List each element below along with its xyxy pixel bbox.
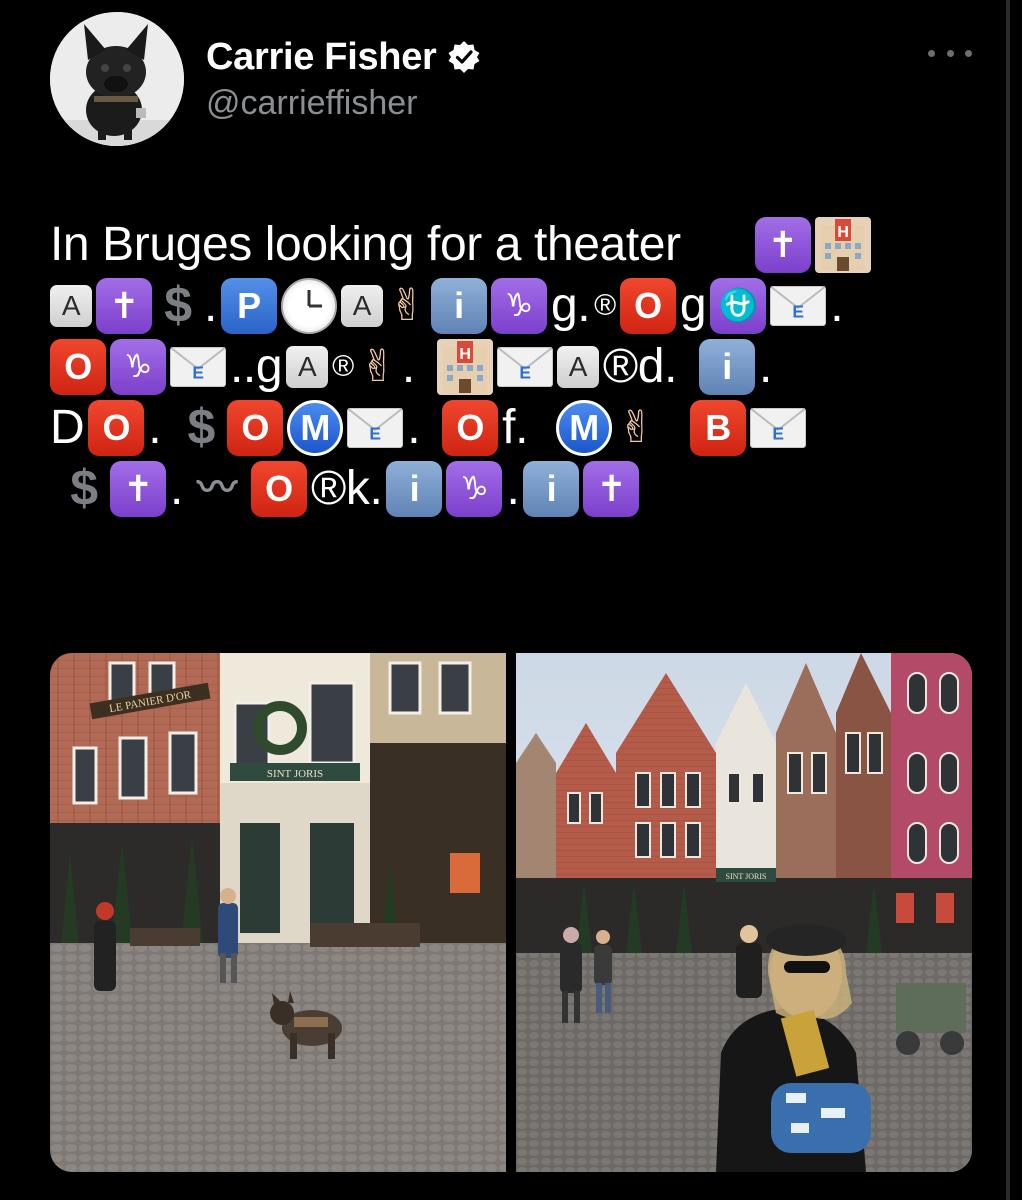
ophiuchus-emoji-icon: ⛎ — [710, 277, 767, 334]
svg-text:H: H — [459, 346, 470, 363]
letter-a-emoji-icon: A — [556, 345, 599, 388]
tweet-line-1: In Bruges looking for a theater ✝ H — [50, 214, 990, 275]
more-options-icon — [928, 49, 935, 57]
dollar-emoji-icon: $ — [70, 460, 98, 516]
tweet-text-segment: . — [506, 462, 520, 515]
tweet-line-5: $ ✝ . 〰 O ®k. i ♑ . i ✝ — [50, 458, 990, 519]
information-emoji-icon: i — [699, 338, 756, 395]
circled-m-emoji-icon: M — [287, 399, 344, 456]
capricorn-emoji-icon: ♑ — [490, 277, 547, 334]
registered-sign: ® — [594, 289, 616, 322]
svg-text:E: E — [793, 301, 804, 321]
display-name[interactable]: Carrie Fisher — [206, 36, 437, 79]
svg-text:E: E — [192, 362, 203, 382]
information-emoji-icon: i — [430, 277, 487, 334]
letter-b-emoji-icon: B — [690, 399, 747, 456]
tweet-text-segment: D — [50, 401, 85, 454]
svg-text:H: H — [837, 224, 848, 241]
user-handle[interactable]: @carrieffisher — [206, 84, 418, 123]
dollar-emoji-icon: $ — [187, 399, 215, 455]
letter-p-emoji-icon: P — [220, 277, 277, 334]
wavy-dash-emoji-icon: 〰 — [197, 466, 237, 510]
avatar[interactable] — [50, 12, 184, 146]
victory-hand-emoji-icon: ✌ — [617, 403, 655, 452]
capricorn-emoji-icon: ♑ — [446, 460, 503, 517]
tweet-text-segment: . — [830, 279, 844, 332]
more-options-button[interactable] — [928, 38, 972, 68]
verified-badge-icon — [448, 41, 480, 73]
capricorn-emoji-icon: ♑ — [110, 338, 166, 395]
envelope-emoji-icon: E — [170, 346, 226, 387]
tweet-text-segment: ®d. — [602, 340, 678, 393]
letter-a-emoji-icon: A — [340, 284, 383, 327]
latin-cross-emoji-icon: ✝ — [583, 460, 640, 517]
dollar-emoji-icon: $ — [164, 277, 192, 333]
tweet-text-segment: . — [204, 279, 217, 332]
tweet-photo-left[interactable]: LE PANIER D'OR SINT JORIS — [50, 653, 506, 1172]
bruges-market-square-photo: SINT JORIS — [516, 653, 972, 1172]
shop-sign-text: SINT JORIS — [726, 872, 767, 881]
information-emoji-icon: i — [523, 460, 580, 517]
circled-m-emoji-icon: M — [556, 399, 613, 456]
tweet-line-3: O ♑ E ..g A ® ✌ . H E A ®d. i . — [50, 336, 990, 397]
letter-o-emoji-icon: O — [88, 399, 145, 456]
tweet-text-segment: . — [401, 340, 415, 393]
letter-o-emoji-icon: O — [250, 460, 307, 517]
dog-avatar-icon — [50, 12, 184, 146]
victory-hand-emoji-icon: ✌ — [359, 342, 397, 391]
tweet-text-segment: g. — [550, 279, 591, 332]
registered-sign: ® — [332, 350, 354, 383]
letter-a-emoji-icon: A — [286, 345, 329, 388]
hotel-emoji-icon: H — [814, 216, 871, 273]
more-options-icon — [946, 49, 954, 57]
tweet-text-segment: In Bruges looking for a theater — [50, 218, 681, 271]
more-options-icon — [965, 49, 972, 57]
tweet-text-segment: ..g — [230, 340, 283, 393]
tweet-text-segment: . — [759, 340, 772, 393]
letter-o-emoji-icon: O — [442, 399, 499, 456]
user-name-row[interactable]: Carrie Fisher — [206, 34, 481, 80]
envelope-emoji-icon: E — [347, 407, 404, 448]
letter-o-emoji-icon: O — [50, 338, 106, 395]
tweet-page: Carrie Fisher @carrieffisher In Bruges l… — [0, 0, 1022, 1200]
tweet-line-2: A ✝ $ . P A ✌ i ♑ g. ® O g ⛎ E . — [50, 275, 990, 336]
tweet-text-segment: . — [170, 462, 183, 515]
tweet-photo-right[interactable]: SINT JORIS — [516, 653, 972, 1172]
tweet-text-segment: ®k. — [310, 462, 383, 515]
information-emoji-icon: i — [386, 460, 443, 517]
bruges-square-dog-photo: LE PANIER D'OR SINT JORIS — [50, 653, 506, 1172]
tweet-text-segment: f. — [502, 401, 529, 454]
tweet-text: In Bruges looking for a theater ✝ H A ✝ … — [50, 214, 990, 519]
scrollbar-track[interactable] — [1006, 0, 1010, 1200]
envelope-emoji-icon: E — [770, 285, 827, 326]
latin-cross-emoji-icon: ✝ — [110, 460, 166, 517]
victory-hand-emoji-icon: ✌ — [388, 281, 426, 330]
latin-cross-emoji-icon: ✝ — [754, 216, 811, 273]
svg-text:E: E — [772, 423, 783, 443]
hotel-emoji-icon: H — [436, 338, 493, 395]
tweet-text-segment: . — [148, 401, 162, 454]
envelope-emoji-icon: E — [750, 407, 807, 448]
clock-emoji-icon — [280, 277, 337, 334]
svg-text:E: E — [519, 362, 530, 382]
svg-text:E: E — [370, 423, 381, 443]
tweet-text-segment: . — [407, 401, 421, 454]
tweet-text-segment: g — [679, 279, 707, 332]
shop-sign-text: SINT JORIS — [267, 768, 323, 780]
tweet-line-4: D O . $ O M E . O f. M ✌ B E — [50, 397, 990, 458]
letter-o-emoji-icon: O — [619, 277, 676, 334]
letter-o-emoji-icon: O — [227, 399, 284, 456]
latin-cross-emoji-icon: ✝ — [96, 277, 152, 334]
envelope-emoji-icon: E — [496, 346, 553, 387]
letter-a-emoji-icon: A — [50, 284, 92, 327]
